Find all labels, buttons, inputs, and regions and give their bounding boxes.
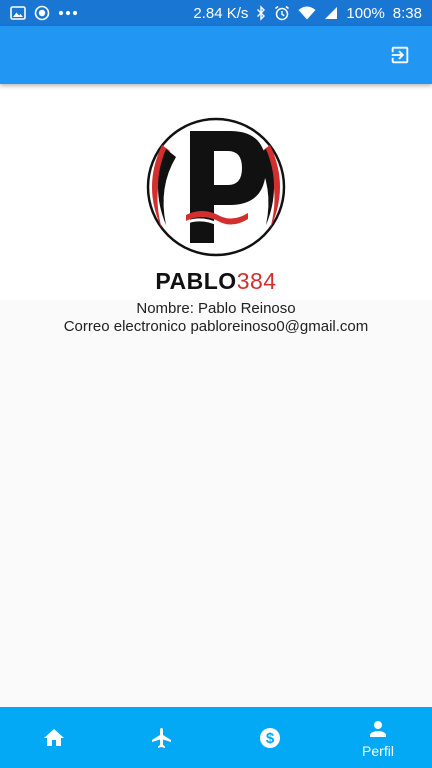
- image-icon: [10, 6, 26, 20]
- wifi-icon: [298, 6, 316, 20]
- network-speed: 2.84 K/s: [193, 4, 249, 22]
- logo-emblem: [146, 117, 286, 257]
- status-bar: 2.84 K/s 100% 8:38: [0, 0, 432, 26]
- dollar-icon: $: [260, 727, 280, 748]
- logout-icon: [391, 46, 409, 64]
- clock: 8:38: [392, 4, 422, 22]
- profile-name: Nombre: Pablo Reinoso: [136, 300, 296, 317]
- airplane-icon: [152, 727, 171, 748]
- pablo384-logo: PABLO384: [136, 107, 296, 293]
- nav-item-home[interactable]: [0, 707, 108, 768]
- logo-name-dark: PABLO: [155, 268, 237, 294]
- profile-email: Correo electronico pabloreinoso0@gmail.c…: [63, 318, 369, 335]
- person-icon: [370, 720, 386, 737]
- nav-item-profile[interactable]: Perfil: [324, 707, 432, 768]
- profile-info: Nombre: Pablo Reinoso Correo electronico…: [0, 300, 432, 336]
- logo-text: PABLO384: [136, 269, 296, 293]
- status-right: 2.84 K/s 100% 8:38: [193, 5, 422, 22]
- bottom-navigation: $ Perfil: [0, 707, 432, 768]
- alarm-icon: [274, 5, 290, 21]
- app-bar: [0, 26, 432, 84]
- more-dots-icon: [58, 9, 78, 17]
- screen: 2.84 K/s 100% 8:38 PABLO384 Nombre: Pabl…: [0, 0, 432, 768]
- svg-text:$: $: [266, 730, 275, 747]
- nav-label-profile: Perfil: [362, 742, 394, 759]
- bluetooth-icon: [256, 5, 266, 21]
- logo-area: PABLO384: [0, 84, 432, 300]
- circle-notification-icon: [34, 5, 50, 21]
- home-icon: [44, 728, 64, 746]
- nav-item-payments[interactable]: $: [216, 707, 324, 768]
- nav-item-flights[interactable]: [108, 707, 216, 768]
- status-left: [10, 5, 78, 21]
- logo-name-red: 384: [236, 268, 277, 294]
- battery-percent: 100%: [346, 4, 385, 22]
- signal-icon: [324, 6, 338, 20]
- logout-button[interactable]: [382, 37, 418, 73]
